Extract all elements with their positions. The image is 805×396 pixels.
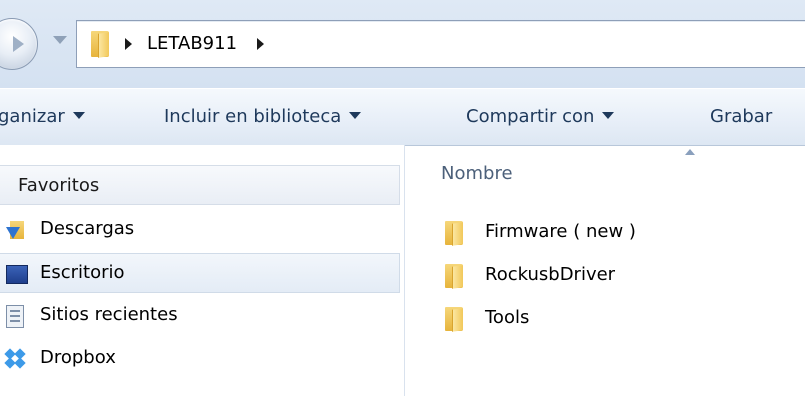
breadcrumb-item[interactable]: LETAB911 [147, 33, 237, 54]
nav-item-label: Escritorio [40, 262, 125, 283]
downloads-icon [6, 221, 24, 241]
file-name: Tools [485, 307, 530, 328]
favorites-header[interactable]: Favoritos [0, 165, 400, 205]
file-item[interactable]: RockusbDriver [445, 256, 785, 296]
back-arrow-icon [13, 36, 24, 52]
burn-label: Grabar [710, 106, 773, 127]
column-header-name[interactable]: Nombre [441, 163, 513, 184]
nav-item-label: Dropbox [40, 347, 116, 368]
organize-label: ganizar [0, 106, 65, 127]
desktop-icon [6, 265, 28, 284]
navigation-pane: Favoritos Descargas Escritorio Sitios re… [0, 145, 405, 396]
file-name: Firmware ( new ) [485, 221, 636, 242]
share-with-label: Compartir con [466, 106, 595, 127]
include-in-library-label: Incluir en biblioteca [164, 106, 342, 127]
file-item[interactable]: Firmware ( new ) [445, 213, 785, 253]
file-item[interactable]: Tools [445, 299, 785, 339]
command-bar: ganizar Incluir en biblioteca Compartir … [0, 88, 805, 146]
dropbox-icon [4, 348, 26, 369]
chevron-down-icon [72, 112, 85, 119]
sort-ascending-icon [685, 149, 695, 155]
recent-places-icon [6, 305, 24, 328]
nav-item-downloads[interactable]: Descargas [0, 210, 400, 250]
file-list: Nombre Firmware ( new ) RockusbDriver To… [405, 145, 805, 396]
folder-icon [445, 264, 463, 289]
folder-icon [91, 31, 109, 58]
chevron-down-icon [602, 112, 615, 119]
file-name: RockusbDriver [485, 264, 616, 285]
chevron-down-icon [349, 112, 362, 119]
folder-icon [445, 221, 463, 246]
favorites-label: Favoritos [18, 175, 100, 196]
address-bar-region: LETAB911 [0, 0, 805, 88]
breadcrumb-separator-icon[interactable] [125, 38, 132, 50]
nav-item-desktop[interactable]: Escritorio [0, 253, 400, 293]
include-in-library-button[interactable]: Incluir en biblioteca [164, 106, 362, 127]
organize-menu-button[interactable]: ganizar [0, 106, 85, 127]
share-with-button[interactable]: Compartir con [466, 106, 615, 127]
breadcrumb-separator-icon[interactable] [257, 38, 264, 50]
nav-item-dropbox[interactable]: Dropbox [0, 339, 400, 379]
folder-icon [445, 307, 463, 332]
nav-item-label: Descargas [40, 218, 135, 239]
nav-item-recent-places[interactable]: Sitios recientes [0, 296, 400, 336]
recent-pages-dropdown-icon[interactable] [53, 36, 67, 44]
burn-button[interactable]: Grabar [710, 106, 772, 127]
back-button[interactable] [0, 18, 38, 70]
nav-item-label: Sitios recientes [40, 304, 178, 325]
address-bar[interactable]: LETAB911 [76, 20, 805, 68]
